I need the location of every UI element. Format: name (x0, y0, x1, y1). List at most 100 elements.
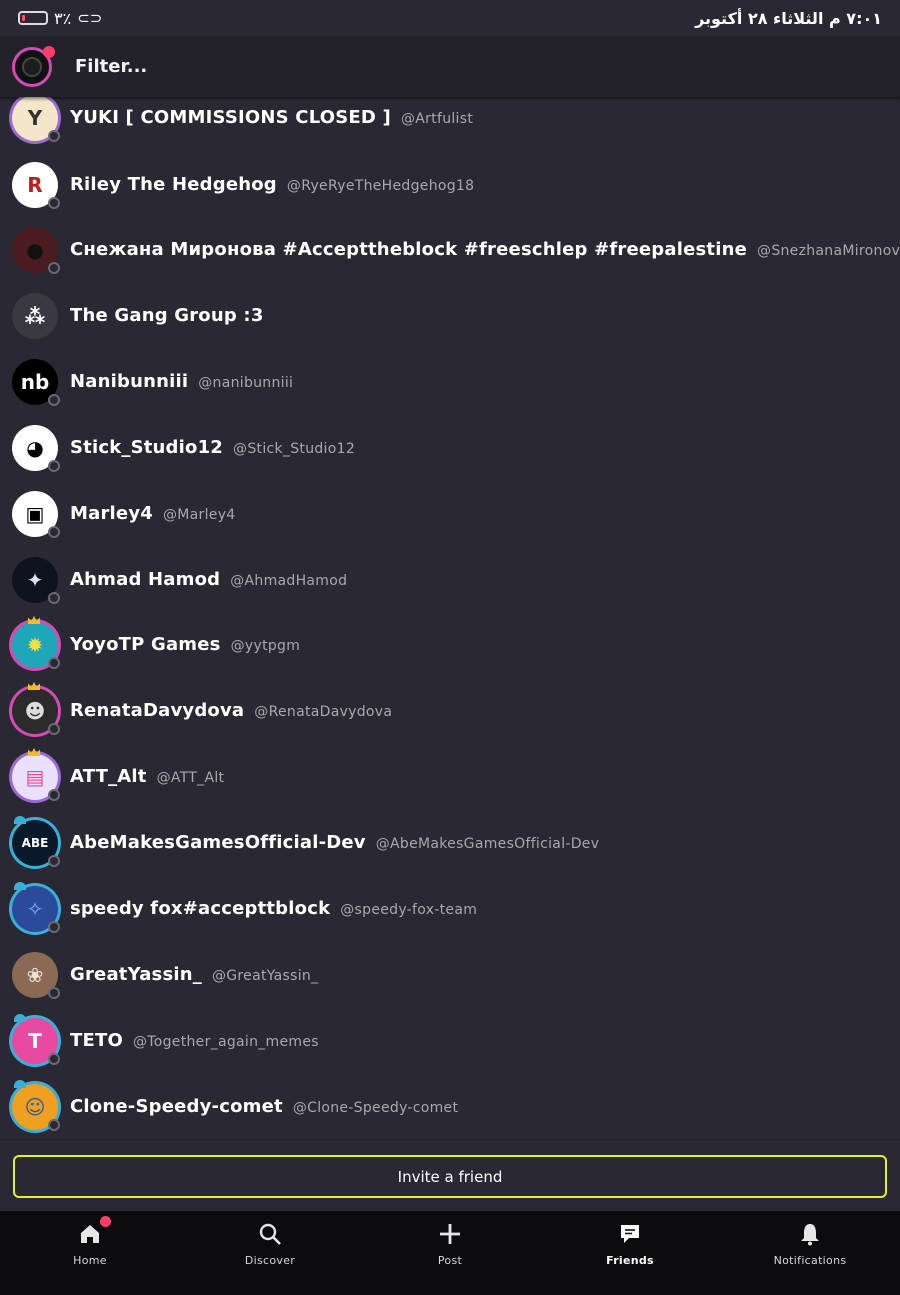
friend-name-block[interactable]: ATT_Alt @ATT_Alt (70, 766, 224, 787)
avatar-container[interactable]: ◕ (12, 425, 60, 472)
friend-name: speedy fox#accepttblock (70, 898, 331, 919)
friend-name-block[interactable]: YUKI [ COMMISSIONS CLOSED ] @Artfulist (70, 107, 473, 128)
status-dot-icon (48, 723, 60, 735)
chat-icon (617, 1221, 643, 1247)
hat-icon (14, 1014, 26, 1022)
friend-name-block[interactable]: The Gang Group :3 (70, 305, 264, 326)
friend-name-block[interactable]: Снежана Миронова #Accepttheblock #freesc… (70, 239, 900, 260)
status-dot-icon (48, 921, 60, 933)
friend-handle: @SnezhanaMironova1 (757, 243, 900, 259)
friend-name: GreatYassin_ (70, 964, 202, 985)
friend-name: ATT_Alt (70, 766, 147, 787)
friend-name-block[interactable]: Riley The Hedgehog @RyeRyeTheHedgehog18 (70, 174, 474, 195)
friend-name: Riley The Hedgehog (70, 174, 277, 195)
avatar-container[interactable]: ✦ (12, 557, 60, 604)
friend-row[interactable]: ☺ Clone-Speedy-comet @Clone-Speedy-comet (0, 1074, 900, 1139)
status-dot-icon (48, 262, 60, 274)
friend-row[interactable]: T TETO @Together_again_memes (0, 1008, 900, 1074)
battery-percent: ٣٪ (54, 8, 72, 28)
avatar-container[interactable]: ✹ (12, 616, 60, 669)
friend-row[interactable]: ● Снежана Миронова #Accepttheblock #frees… (0, 217, 900, 283)
friend-handle: @RyeRyeTheHedgehog18 (286, 178, 475, 194)
status-clock-date: ٧:٠١ م الثلاثاء ٢٨ أكتوبر (695, 8, 882, 28)
friend-name: YoyoTP Games (70, 634, 221, 655)
friend-name-block[interactable]: RenataDavydova @RenataDavydova (70, 700, 392, 721)
friend-handle: @AbeMakesGamesOfficial-Dev (375, 836, 600, 852)
friend-name-block[interactable]: Stick_Studio12 @Stick_Studio12 (70, 437, 355, 458)
friend-row[interactable]: nb Nanibunniii @nanibunniii (0, 349, 900, 415)
crown-icon (28, 682, 40, 690)
friend-row[interactable]: ✦ Ahmad Hamod @AhmadHamod (0, 547, 900, 613)
status-dot-icon (48, 197, 60, 209)
status-dot-icon (48, 987, 60, 999)
friend-name-block[interactable]: Marley4 @Marley4 (70, 503, 236, 524)
friend-name-block[interactable]: Ahmad Hamod @AhmadHamod (70, 569, 347, 590)
status-dot-icon (48, 130, 60, 142)
friend-name-block[interactable]: YoyoTP Games @yytpgm (70, 634, 300, 655)
friend-name: AbeMakesGamesOfficial-Dev (70, 832, 366, 853)
friend-name-block[interactable]: AbeMakesGamesOfficial-Dev @AbeMakesGamesO… (70, 832, 599, 853)
friend-name-block[interactable]: Clone-Speedy-comet @Clone-Speedy-comet (70, 1096, 458, 1117)
friend-row[interactable]: ▣ Marley4 @Marley4 (0, 481, 900, 547)
bottom-navigation: Home Discover Post Friends Notifications (0, 1211, 900, 1295)
avatar-container[interactable]: ⁂ (12, 293, 58, 339)
nav-discover[interactable]: Discover (180, 1211, 360, 1295)
friend-row[interactable]: ✧ speedy fox#accepttblock @speedy-fox-team (0, 876, 900, 942)
avatar-container[interactable]: ▤ (12, 748, 60, 801)
avatar-container[interactable]: R (12, 162, 60, 209)
friend-handle: @speedy-fox-team (340, 902, 478, 918)
friend-row[interactable]: ⁂ The Gang Group :3 (0, 283, 900, 349)
friend-name-block[interactable]: Nanibunniii @nanibunniii (70, 371, 293, 392)
friends-screen: ٣٪ ⊂⊃ ٧:٠١ م الثلاثاء ٢٨ أكتوبر Y YUKI [ … (0, 0, 900, 1295)
friend-row[interactable]: ▤ ATT_Alt @ATT_Alt (0, 744, 900, 810)
nav-post[interactable]: Post (360, 1211, 540, 1295)
friend-handle: @Artfulist (400, 111, 474, 127)
friend-row[interactable]: R Riley The Hedgehog @RyeRyeTheHedgehog18 (0, 152, 900, 218)
friend-name: TETO (70, 1030, 123, 1051)
friend-row[interactable]: ✹ YoyoTP Games @yytpgm (0, 612, 900, 678)
avatar-container[interactable]: T (12, 1014, 60, 1065)
my-avatar[interactable] (12, 45, 55, 87)
friend-name-block[interactable]: speedy fox#accepttblock @speedy-fox-team (70, 898, 477, 919)
friend-name: Stick_Studio12 (70, 437, 224, 458)
hat-icon (14, 1080, 26, 1088)
friend-name: The Gang Group :3 (70, 305, 264, 326)
avatar-container[interactable]: ☺ (12, 1080, 60, 1131)
avatar-container[interactable]: nb (12, 359, 60, 406)
plus-icon (437, 1221, 463, 1247)
avatar-face-icon (22, 56, 42, 77)
avatar[interactable]: ⁂ (12, 293, 58, 339)
filter-input[interactable] (75, 56, 775, 77)
status-dot-icon (48, 657, 60, 669)
avatar-container[interactable]: Y (12, 97, 60, 142)
avatar-container[interactable]: ABE (12, 816, 60, 867)
friend-name-block[interactable]: TETO @Together_again_memes (70, 1030, 319, 1051)
friend-list[interactable]: Y YUKI [ COMMISSIONS CLOSED ] @Artfulist R R… (0, 97, 900, 1139)
nav-notifications[interactable]: Notifications (720, 1211, 900, 1295)
invite-friend-button[interactable]: Invite a friend (13, 1155, 887, 1198)
avatar-container[interactable]: ☻ (12, 682, 60, 735)
status-dot-icon (48, 526, 60, 538)
friend-handle: @Together_again_memes (132, 1034, 319, 1050)
nav-label: Post (437, 1254, 463, 1267)
friend-row[interactable]: ☻ RenataDavydova @RenataDavydova (0, 678, 900, 744)
friend-name-block[interactable]: GreatYassin_ @GreatYassin_ (70, 964, 318, 985)
nav-label: Notifications (773, 1254, 847, 1267)
avatar-container[interactable]: ✧ (12, 882, 60, 933)
status-dot-icon (48, 394, 60, 406)
friend-row[interactable]: Y YUKI [ COMMISSIONS CLOSED ] @Artfulist (0, 97, 900, 151)
friend-row[interactable]: ◕ Stick_Studio12 @Stick_Studio12 (0, 415, 900, 481)
friend-row[interactable]: ❀ GreatYassin_ @GreatYassin_ (0, 942, 900, 1008)
avatar-container[interactable]: ❀ (12, 952, 60, 999)
status-dot-icon (48, 789, 60, 801)
nav-home[interactable]: Home (0, 1211, 180, 1295)
avatar-container[interactable]: ● (12, 227, 60, 274)
friend-row[interactable]: ABE AbeMakesGamesOfficial-Dev @AbeMakesGam… (0, 810, 900, 876)
avatar-container[interactable]: ▣ (12, 491, 60, 538)
status-dot-icon (48, 1119, 60, 1131)
nav-label: Discover (244, 1254, 296, 1267)
friend-handle: @Marley4 (162, 507, 236, 523)
friend-handle: @ATT_Alt (156, 770, 225, 786)
nav-friends[interactable]: Friends (540, 1211, 720, 1295)
friend-handle: @nanibunniii (198, 375, 294, 391)
